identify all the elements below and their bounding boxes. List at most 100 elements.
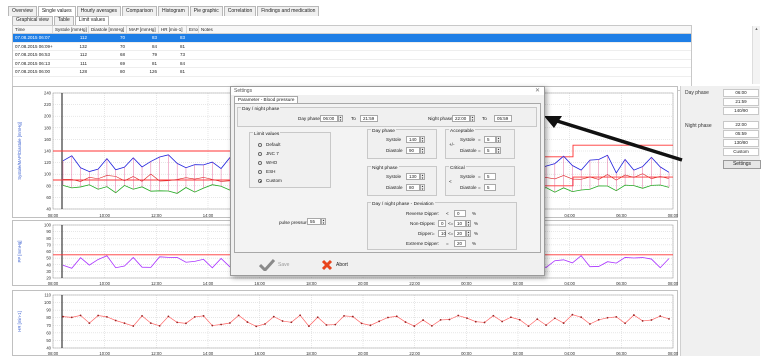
- pulse-pressure-spinner[interactable]: ▴ ▾: [321, 218, 326, 225]
- radio-custom[interactable]: [258, 179, 262, 183]
- x-tick-label: 18:00: [306, 281, 317, 286]
- hr-point: [281, 320, 284, 322]
- radio-jnc-7[interactable]: [258, 152, 262, 156]
- hr-point: [580, 316, 583, 319]
- radio-esh[interactable]: [258, 170, 262, 174]
- hr-point: [325, 324, 328, 326]
- day-to-input[interactable]: 21:59: [360, 115, 378, 122]
- night-systole-input[interactable]: 130: [406, 173, 420, 180]
- col-hr[interactable]: HR [min-1]: [159, 26, 187, 33]
- table-cell: [187, 51, 199, 59]
- extreme-dipper-input[interactable]: 20: [454, 240, 466, 247]
- col-systole[interactable]: Systole [mmHg]: [53, 26, 89, 33]
- tab-graphical-view[interactable]: Graphical view: [12, 16, 53, 25]
- critical-systole-input[interactable]: 5: [484, 173, 496, 180]
- tab-table[interactable]: Table: [53, 16, 74, 25]
- table-cell: 07.08.2015 06:07: [15, 35, 51, 40]
- day-systole-spinner[interactable]: ▴ ▾: [420, 136, 425, 143]
- tab-findings[interactable]: Findings and medication: [257, 6, 320, 16]
- acceptable-diastole-input[interactable]: 5: [484, 147, 496, 154]
- day-phase-group: Day phase Systole 140 ▴ ▾ Diastole 90 ▴ ▾: [367, 129, 437, 159]
- non-dipper-min-input[interactable]: 0: [438, 220, 446, 227]
- day-from-spinner[interactable]: ▴ ▾: [338, 115, 343, 122]
- x-tick-label: 20:00: [358, 281, 369, 286]
- dipper-min-input[interactable]: 10: [438, 230, 446, 237]
- col-notes[interactable]: Notes: [199, 26, 219, 33]
- tab-pie-graphic[interactable]: Pie graphic: [189, 6, 223, 16]
- y-tick-label: 160: [44, 137, 52, 142]
- day-diastole-spinner[interactable]: ▴ ▾: [420, 147, 425, 154]
- pulse-pressure-input[interactable]: 55: [307, 218, 321, 225]
- y-tick-label: 70: [46, 242, 51, 247]
- table-row[interactable]: 07.08.2015 06:09+ 132 70 84 81: [13, 43, 691, 51]
- tab-histogram[interactable]: Histogram: [157, 6, 189, 16]
- day-systole-input[interactable]: 140: [406, 136, 420, 143]
- day-from-input[interactable]: 06:00: [320, 115, 338, 122]
- tab-parameter-blood-pressure[interactable]: Parameter - Blood pressure: [234, 96, 299, 103]
- y-tick-label: 240: [44, 91, 52, 96]
- radio-default[interactable]: [258, 143, 262, 147]
- dipper-spinner[interactable]: ▴ ▾: [466, 230, 471, 237]
- col-error[interactable]: Error: [187, 26, 199, 33]
- night-systole-spinner[interactable]: ▴ ▾: [420, 173, 425, 180]
- non-dipper-spinner[interactable]: ▴ ▾: [466, 220, 471, 227]
- y-tick-label: 80: [46, 315, 51, 320]
- night-from-input[interactable]: 22:00: [452, 115, 470, 122]
- settings-button[interactable]: Settings: [723, 160, 761, 169]
- table-cell: 80: [119, 69, 125, 74]
- night-diastole-input[interactable]: 80: [406, 184, 420, 191]
- col-diastole[interactable]: Diastole [mmHg]: [89, 26, 127, 33]
- night-to-input[interactable]: 05:59: [494, 115, 512, 122]
- y-tick-label: 60: [46, 330, 51, 335]
- tab-overview[interactable]: Overview: [8, 6, 37, 16]
- scroll-up-icon[interactable]: ▲: [753, 26, 760, 31]
- table-row[interactable]: 07.08.2015 06:53 112 68 79 73: [13, 51, 691, 60]
- night-diastole-spinner[interactable]: ▴ ▾: [420, 184, 425, 191]
- hr-point: [430, 324, 433, 327]
- abort-button[interactable]: Abort: [321, 259, 348, 271]
- tab-correlation[interactable]: Correlation: [223, 6, 257, 16]
- day-night-group: Day / night phase Day phase 06:00 ▴ ▾ To …: [237, 107, 537, 127]
- night-from-spinner[interactable]: ▴ ▾: [470, 115, 475, 122]
- radio-label: Default: [266, 142, 281, 147]
- tab-hourly-averages[interactable]: Hourly averages: [76, 6, 121, 16]
- table-row[interactable]: 07.08.2015 06:00 128 80 126 81: [13, 68, 691, 77]
- col-map[interactable]: MAP [mmHg]: [127, 26, 159, 33]
- tab-single-values[interactable]: Single values: [37, 6, 76, 16]
- hr-point: [123, 322, 126, 325]
- table-body: 07.08.2015 06:07 112 70 83 83 07.08.2015 06:0…: [13, 34, 691, 77]
- dipper-op: <=: [448, 231, 454, 236]
- table-scrollbar[interactable]: ▲: [752, 26, 760, 84]
- acceptable-systole-input[interactable]: 5: [484, 136, 496, 143]
- table-row[interactable]: 07.08.2015 06:07 112 70 83 83: [13, 34, 691, 43]
- table-cell: [187, 34, 199, 42]
- acceptable-systole-spinner[interactable]: ▴ ▾: [496, 136, 501, 143]
- close-icon[interactable]: ✕: [535, 87, 540, 95]
- acceptable-diastole-eq: =: [478, 148, 481, 153]
- extreme-dipper-pct: %: [472, 241, 477, 246]
- limit-values-title: Limit values: [253, 132, 281, 137]
- tab-limit-values[interactable]: Limit values: [74, 16, 110, 25]
- save-button[interactable]: Save: [259, 259, 289, 271]
- day-diastole-input[interactable]: 90: [406, 147, 420, 154]
- hr-point: [474, 320, 477, 323]
- hr-point: [483, 321, 486, 324]
- x-tick-label: 12:00: [151, 281, 162, 286]
- radio-who[interactable]: [258, 161, 262, 165]
- non-dipper-max-input[interactable]: 10: [454, 220, 466, 227]
- dipper-label: Dipper:: [418, 231, 433, 236]
- reverse-dipper-input[interactable]: 0: [454, 210, 466, 217]
- night-phase-group: Night phase Systole 130 ▴ ▾ Diastole 80 ▴…: [367, 166, 437, 196]
- tab-comparison[interactable]: Comparison: [122, 6, 157, 16]
- y-axis-label: HR [min-1]: [17, 311, 22, 332]
- night-systole-label: Systole: [386, 174, 402, 179]
- acceptable-diastole-spinner[interactable]: ▴ ▾: [496, 147, 501, 154]
- col-time[interactable]: Time: [13, 26, 53, 33]
- hr-point: [510, 316, 512, 319]
- dialog-title: Settings: [231, 87, 544, 95]
- table-row[interactable]: 07.08.2015 06:13 111 69 81 84: [13, 60, 691, 68]
- settings-dialog: Settings ✕ Parameter - Blood pressure Da…: [230, 86, 545, 276]
- dipper-max-input[interactable]: 20: [454, 230, 466, 237]
- critical-diastole-input[interactable]: 5: [484, 184, 496, 191]
- acceptable-systole-label: Systole: [460, 137, 476, 142]
